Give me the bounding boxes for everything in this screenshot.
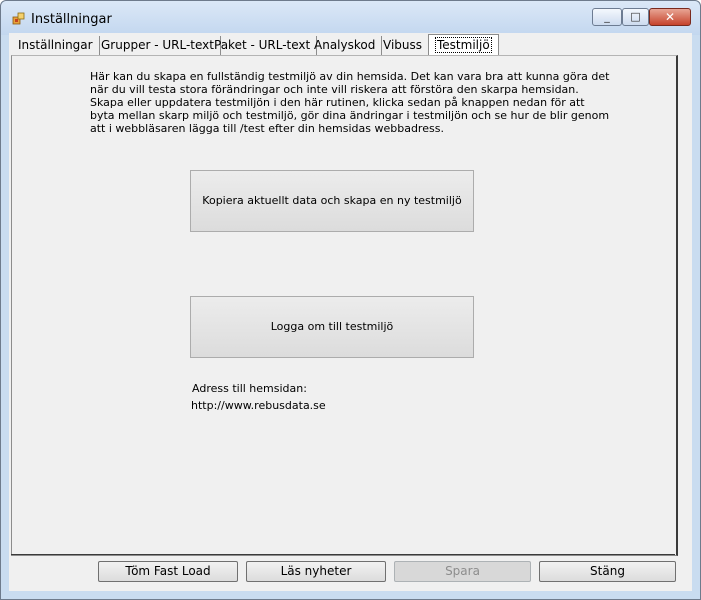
- tab-grupper-url-text[interactable]: Grupper - URL-text: [95, 36, 221, 55]
- tab-analyskod[interactable]: Analyskod: [308, 36, 383, 55]
- address-label: Adress till hemsidan:: [192, 382, 307, 395]
- minimize-icon: _: [604, 10, 610, 23]
- client-area: Inställningar Grupper - URL-text Paket -…: [9, 33, 692, 591]
- tab-paket-url-text[interactable]: Paket - URL-text: [208, 36, 318, 55]
- maximize-button[interactable]: □: [622, 8, 649, 26]
- title-bar[interactable]: Inställningar _ □ ✕: [1, 1, 700, 35]
- close-button[interactable]: Stäng: [539, 561, 676, 582]
- tab-strip: Inställningar Grupper - URL-text Paket -…: [9, 33, 692, 56]
- save-button[interactable]: Spara: [394, 561, 531, 582]
- copy-create-test-environment-button[interactable]: Kopiera aktuellt data och skapa en ny te…: [190, 170, 474, 232]
- settings-window: Inställningar _ □ ✕ Inställningar Gruppe…: [0, 0, 701, 600]
- settings-app-icon: [12, 12, 25, 25]
- close-icon: ✕: [664, 10, 676, 24]
- maximize-icon: □: [630, 10, 641, 23]
- address-value: http://www.rebusdata.se: [191, 399, 326, 412]
- read-news-button[interactable]: Läs nyheter: [246, 561, 386, 582]
- clear-fast-load-button[interactable]: Töm Fast Load: [98, 561, 238, 582]
- login-test-environment-button[interactable]: Logga om till testmiljö: [190, 296, 474, 358]
- minimize-button[interactable]: _: [592, 8, 622, 26]
- description-text: Här kan du skapa en fullständig testmilj…: [90, 70, 610, 135]
- tab-testmiljo[interactable]: Testmiljö: [428, 34, 499, 56]
- close-window-button[interactable]: ✕: [649, 8, 691, 26]
- testmiljo-panel: Här kan du skapa en fullständig testmilj…: [11, 55, 678, 556]
- tab-vibuss[interactable]: Vibuss: [377, 36, 430, 55]
- window-title: Inställningar: [31, 12, 112, 27]
- tab-installningar[interactable]: Inställningar: [12, 36, 100, 55]
- footer-separator: [11, 554, 675, 555]
